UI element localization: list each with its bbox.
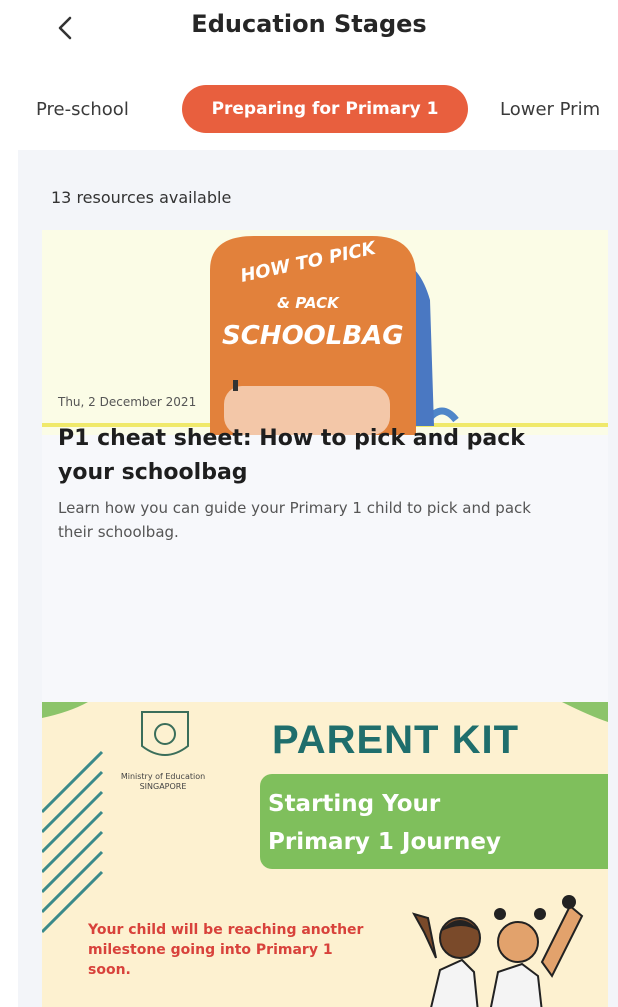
tab-lower-primary[interactable]: Lower Prim bbox=[500, 85, 600, 133]
milestone-text: Your child will be reaching another mile… bbox=[88, 922, 364, 978]
resource-count: 13 resources available bbox=[51, 188, 232, 207]
subtitle-line-1: Starting Your bbox=[268, 791, 441, 817]
stage-tabs: Pre-school Preparing for Primary 1 Lower… bbox=[0, 66, 618, 156]
resource-card-parent-kit[interactable]: Ministry of Education SINGAPORE PARENT K… bbox=[42, 702, 608, 1007]
tab-pre-school[interactable]: Pre-school bbox=[36, 85, 129, 133]
app-header: Education Stages bbox=[0, 0, 618, 60]
parent-kit-title: PARENT KIT bbox=[272, 718, 520, 762]
card-description: Learn how you can guide your Primary 1 c… bbox=[58, 499, 531, 541]
card-image-text-line3: SCHOOLBAG bbox=[222, 321, 404, 351]
tab-preparing-for-primary-1[interactable]: Preparing for Primary 1 bbox=[182, 85, 468, 133]
card-title[interactable]: P1 cheat sheet: How to pick and pack you… bbox=[58, 422, 558, 490]
moe-label: Ministry of Education SINGAPORE bbox=[120, 772, 206, 791]
page-title: Education Stages bbox=[191, 10, 427, 38]
subtitle-text: Starting Your Primary 1 Journey bbox=[268, 785, 501, 861]
subtitle-line-2: Primary 1 Journey bbox=[268, 829, 501, 855]
resource-list: 13 resources available HOW TO PICK & PAC… bbox=[18, 150, 618, 1007]
card-image-text-line2: & PACK bbox=[277, 294, 340, 312]
card-date: Thu, 2 December 2021 bbox=[58, 395, 197, 409]
